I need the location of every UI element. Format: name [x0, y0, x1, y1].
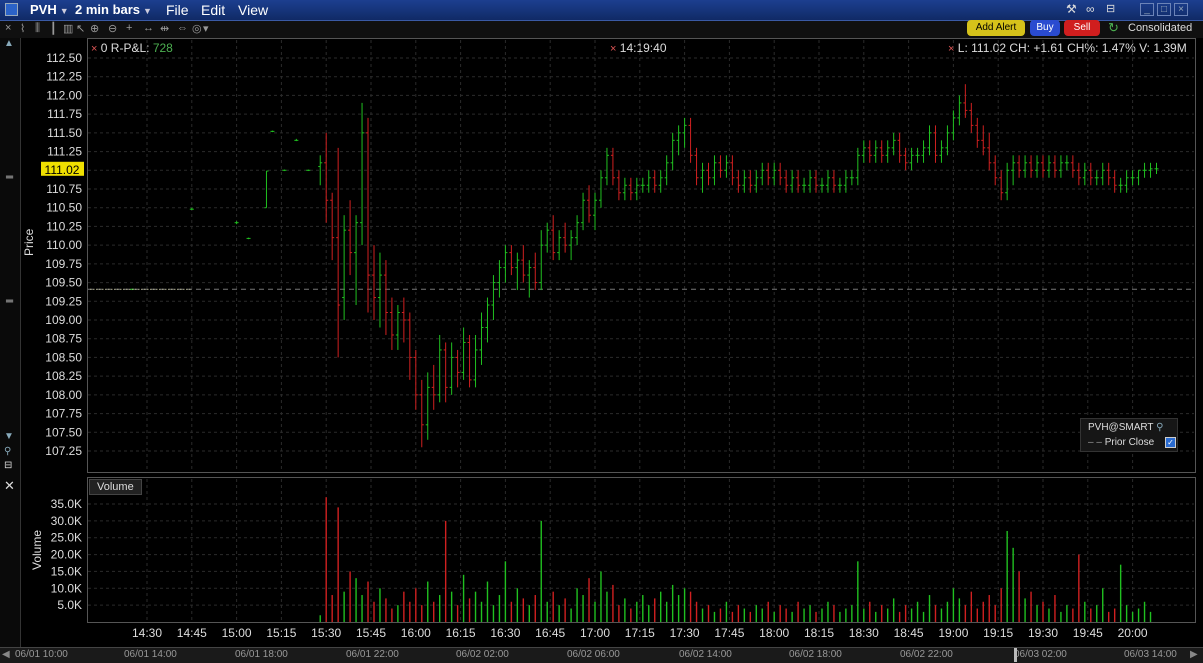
time-tick-label: 17:15 — [625, 626, 655, 640]
time-tick-label: 18:45 — [894, 626, 924, 640]
scroll-label: 06/01 18:00 — [235, 649, 288, 660]
scroll-label: 06/03 02:00 — [1014, 649, 1067, 660]
volume-tick-label: 15.0K — [51, 564, 82, 578]
volume-axis-label: Volume — [30, 529, 44, 570]
legend-prior-close: – – Prior Close — [1088, 437, 1155, 448]
volume-tick-label: 35.0K — [51, 497, 82, 511]
volume-panel — [87, 477, 1196, 623]
price-tick-label: 108.50 — [45, 350, 82, 364]
time-scrollbar[interactable]: ◀ 06/01 10:00 06/01 14:00 06/01 18:00 06… — [0, 647, 1203, 663]
scroll-label: 06/02 22:00 — [900, 649, 953, 660]
time-tick-label: 15:30 — [311, 626, 341, 640]
volume-tick-label: 30.0K — [51, 514, 82, 528]
time-tick-label: 18:00 — [759, 626, 789, 640]
prior-close-checkbox[interactable]: ✓ — [1165, 437, 1176, 448]
time-tick-label: 14:30 — [132, 626, 162, 640]
price-tick-label: 111.25 — [47, 145, 82, 159]
scroll-label: 06/01 10:00 — [15, 649, 68, 660]
scroll-label: 06/01 22:00 — [346, 649, 399, 660]
time-tick-label: 15:15 — [266, 626, 296, 640]
time-tick-label: 16:15 — [446, 626, 476, 640]
time-tick-label: 20:00 — [1118, 626, 1148, 640]
time-tick-label: 19:30 — [1028, 626, 1058, 640]
time-tick-label: 17:45 — [714, 626, 744, 640]
last-price-tag-label: 111.02 — [45, 163, 80, 177]
price-tick-label: 108.00 — [45, 388, 82, 402]
price-tick-label: 108.25 — [45, 369, 82, 383]
scroll-thumb[interactable] — [1014, 648, 1017, 662]
price-tick-label: 107.50 — [45, 425, 82, 439]
price-tick-label: 112.50 — [46, 51, 82, 65]
scroll-right-icon[interactable]: ▶ — [1190, 649, 1198, 660]
time-tick-label: 19:45 — [1073, 626, 1103, 640]
time-tick-label: 18:15 — [804, 626, 834, 640]
price-tick-label: 111.75 — [47, 107, 82, 121]
price-tick-label: 112.25 — [46, 70, 82, 84]
scroll-label: 06/02 18:00 — [789, 649, 842, 660]
time-tick-label: 15:45 — [356, 626, 386, 640]
time-tick-label: 16:00 — [401, 626, 431, 640]
price-tick-label: 110.75 — [46, 182, 82, 196]
price-tick-label: 109.75 — [45, 257, 82, 271]
time-tick-label: 19:00 — [938, 626, 968, 640]
price-tick-label: 109.50 — [45, 276, 82, 290]
price-tick-label: 107.75 — [45, 407, 82, 421]
chart-legend: PVH@SMART ⚲ – – Prior Close ✓ — [1080, 418, 1178, 452]
scroll-label: 06/03 14:00 — [1124, 649, 1177, 660]
time-tick-label: 15:00 — [222, 626, 252, 640]
volume-tick-label: 25.0K — [51, 531, 82, 545]
scroll-label: 06/02 06:00 — [567, 649, 620, 660]
price-tick-label: 109.25 — [45, 294, 82, 308]
price-tick-label: 110.25 — [46, 219, 82, 233]
volume-panel-tag[interactable]: Volume — [89, 479, 142, 495]
scroll-label: 06/02 14:00 — [679, 649, 732, 660]
time-tick-label: 16:45 — [535, 626, 565, 640]
price-tick-label: 111.50 — [47, 126, 82, 140]
volume-tick-label: 20.0K — [51, 548, 82, 562]
time-tick-label: 16:30 — [490, 626, 520, 640]
price-tick-label: 109.00 — [45, 313, 82, 327]
price-tick-label: 108.75 — [45, 332, 82, 346]
time-tick-label: 19:15 — [983, 626, 1013, 640]
time-tick-label: 18:30 — [849, 626, 879, 640]
scroll-label: 06/02 02:00 — [456, 649, 509, 660]
scroll-left-icon[interactable]: ◀ — [2, 649, 10, 660]
time-tick-label: 17:00 — [580, 626, 610, 640]
legend-symbol: PVH@SMART ⚲ — [1088, 422, 1164, 433]
volume-tick-label: 5.0K — [57, 598, 82, 612]
time-tick-label: 17:30 — [670, 626, 700, 640]
time-tick-label: 14:45 — [177, 626, 207, 640]
price-tick-label: 110.50 — [46, 201, 82, 215]
scroll-label: 06/01 14:00 — [124, 649, 177, 660]
price-tick-label: 110.00 — [46, 238, 82, 252]
volume-tick-label: 10.0K — [51, 581, 82, 595]
pin-icon: ⚲ — [1156, 422, 1164, 433]
price-tick-label: 112.00 — [46, 88, 82, 102]
price-tick-label: 107.25 — [45, 444, 82, 458]
